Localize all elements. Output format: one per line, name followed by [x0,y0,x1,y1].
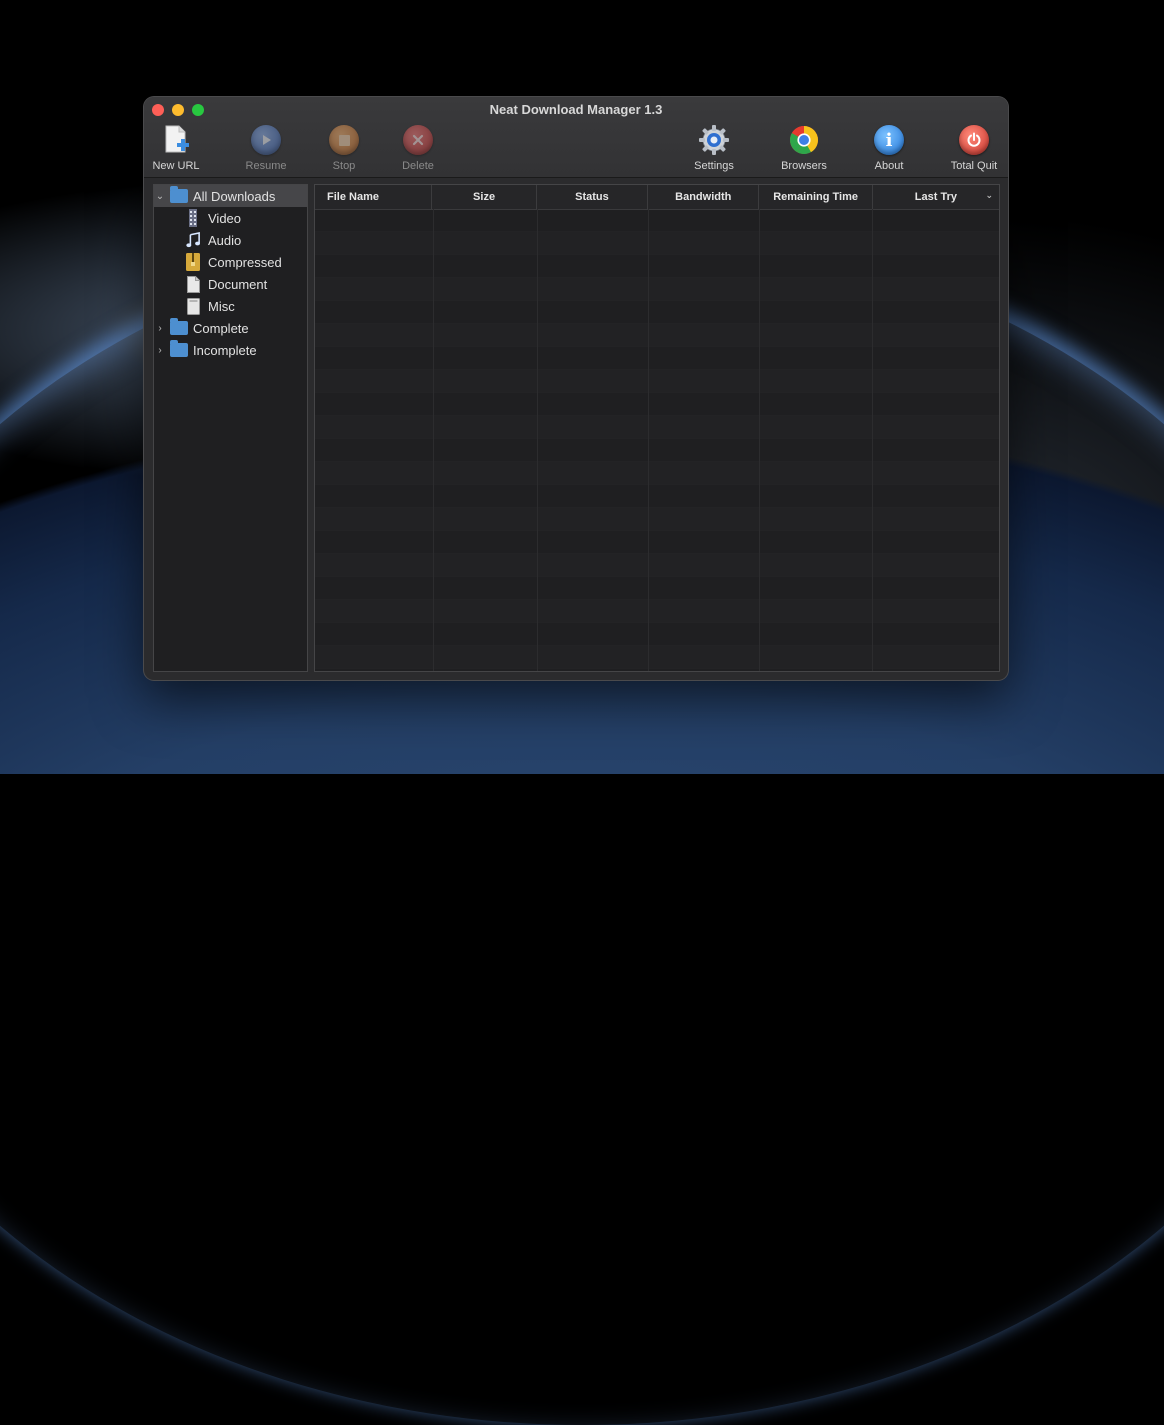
sidebar-item-misc[interactable]: Misc [154,295,307,317]
folder-icon [170,318,188,335]
gear-icon [697,123,731,157]
column-header-remaining-time[interactable]: Remaining Time [759,185,873,209]
sort-descending-icon: ⌄ [985,190,994,200]
downloads-table: File Name Size Status Bandwidth Remainin… [314,184,1000,672]
music-note-icon [186,231,200,249]
folder-icon [170,186,188,203]
delete-x-icon [403,125,433,155]
column-header-size[interactable]: Size [432,185,537,209]
sidebar-item-label: Complete [193,320,249,336]
column-header-status[interactable]: Status [537,185,649,209]
total-quit-label: Total Quit [950,160,998,172]
empty-table-row [315,577,999,600]
empty-table-row [315,370,999,393]
empty-table-row [315,278,999,301]
empty-table-row [315,439,999,462]
empty-table-row [315,232,999,255]
stop-label: Stop [332,160,356,172]
column-header-bandwidth[interactable]: Bandwidth [648,185,760,209]
sidebar-item-incomplete[interactable]: › Incomplete [154,339,307,361]
empty-table-row [315,324,999,347]
chevron-right-icon[interactable]: › [154,323,166,334]
sidebar-item-label: Compressed [208,254,282,270]
new-url-label: New URL [152,160,200,172]
sidebar-item-compressed[interactable]: Compressed [154,251,307,273]
total-quit-button[interactable]: Total Quit [939,123,1008,172]
chrome-icon [787,123,821,157]
column-header-label: Last Try [914,191,957,203]
info-icon: i [874,125,904,155]
new-url-icon [159,123,193,157]
misc-file-icon [186,297,200,315]
power-icon [959,125,989,155]
window-title: Neat Download Manager 1.3 [489,102,663,117]
empty-table-row [315,416,999,439]
empty-table-row [315,554,999,577]
delete-label: Delete [402,160,434,172]
empty-table-row [315,209,999,232]
video-file-icon [186,209,200,227]
column-header-last-try[interactable]: Last Try ⌄ [873,185,999,209]
sidebar-item-video[interactable]: Video [154,207,307,229]
table-body [315,209,999,671]
empty-table-row [315,462,999,485]
sidebar-item-all-downloads[interactable]: ⌄ All Downloads [154,185,307,207]
empty-table-row [315,531,999,554]
document-icon [186,275,200,293]
app-window: Neat Download Manager 1.3 New URL Resume [144,97,1008,680]
empty-table-row [315,393,999,416]
sidebar-item-document[interactable]: Document [154,273,307,295]
sidebar-item-label: Incomplete [193,342,257,358]
sidebar-item-complete[interactable]: › Complete [154,317,307,339]
sidebar-item-label: Misc [208,298,235,314]
empty-table-row [315,646,999,669]
browsers-button[interactable]: Browsers [769,123,839,172]
stop-button[interactable]: Stop [309,123,379,172]
empty-table-row [315,485,999,508]
play-icon [251,125,281,155]
empty-table-row [315,347,999,370]
category-sidebar: ⌄ All Downloads Video Audio Compressed D… [153,184,308,672]
empty-table-row [315,669,999,671]
column-header-file-name[interactable]: File Name [315,185,433,209]
empty-table-row [315,255,999,278]
about-label: About [874,160,904,172]
empty-table-row [315,301,999,324]
title-toolbar: Neat Download Manager 1.3 New URL Resume [144,97,1008,178]
chevron-right-icon[interactable]: › [154,345,166,356]
folder-icon [170,340,188,357]
sidebar-item-label: Audio [208,232,242,248]
sidebar-item-label: All Downloads [193,188,276,204]
sidebar-item-audio[interactable]: Audio [154,229,307,251]
sidebar-item-label: Document [208,276,268,292]
empty-table-row [315,508,999,531]
chevron-down-icon[interactable]: ⌄ [154,191,166,202]
archive-icon [186,253,200,271]
table-header: File Name Size Status Bandwidth Remainin… [315,185,999,210]
settings-label: Settings [694,160,734,172]
stop-icon [329,125,359,155]
settings-button[interactable]: Settings [679,123,749,172]
empty-table-row [315,600,999,623]
about-button[interactable]: i About [854,123,924,172]
resume-button[interactable]: Resume [231,123,301,172]
delete-button[interactable]: Delete [383,123,453,172]
sidebar-item-label: Video [208,210,242,226]
browsers-label: Browsers [781,160,827,172]
resume-label: Resume [245,160,287,172]
empty-table-row [315,623,999,646]
new-url-button[interactable]: New URL [144,123,211,172]
